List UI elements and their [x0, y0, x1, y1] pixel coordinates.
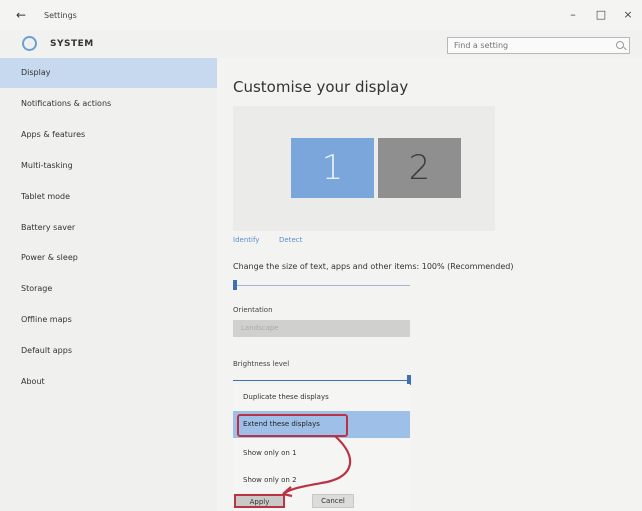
scale-label: Change the size of text, apps and other …	[233, 262, 514, 271]
sidebar-item-offline-maps[interactable]: Offline maps	[0, 305, 217, 335]
minimize-button[interactable]: –	[566, 8, 580, 22]
search-input[interactable]	[448, 38, 608, 53]
sidebar-item-apps-features[interactable]: Apps & features	[0, 120, 217, 150]
window-title: Settings	[44, 11, 77, 20]
monitor-1-tile[interactable]: 1	[291, 138, 374, 198]
orientation-value: Landscape	[241, 324, 279, 332]
sidebar-item-display[interactable]: Display	[0, 58, 217, 88]
brightness-label: Brightness level	[233, 360, 290, 368]
option-duplicate-displays[interactable]: Duplicate these displays	[233, 384, 410, 411]
identify-link[interactable]: Identify	[233, 236, 259, 244]
close-button[interactable]: ×	[621, 8, 635, 22]
annotation-highlight-box	[237, 414, 348, 437]
sidebar-item-about[interactable]: About	[0, 367, 217, 397]
brightness-slider-track[interactable]	[233, 380, 410, 381]
display-arrangement: 1 2	[233, 106, 495, 231]
orientation-label: Orientation	[233, 306, 273, 314]
sidebar-item-tablet-mode[interactable]: Tablet mode	[0, 182, 217, 212]
option-show-only-on-1[interactable]: Show only on 1	[233, 440, 410, 467]
search-icon[interactable]	[616, 41, 624, 49]
sidebar-item-notifications[interactable]: Notifications & actions	[0, 89, 217, 119]
section-title: SYSTEM	[50, 39, 94, 49]
sidebar-item-storage[interactable]: Storage	[0, 274, 217, 304]
monitor-2-tile[interactable]: 2	[378, 138, 461, 198]
sidebar-item-power-sleep[interactable]: Power & sleep	[0, 243, 217, 273]
scale-slider-track[interactable]	[233, 285, 410, 286]
orientation-select[interactable]: Landscape	[233, 320, 410, 337]
sidebar: Display Notifications & actions Apps & f…	[0, 58, 217, 511]
detect-link[interactable]: Detect	[279, 236, 302, 244]
multiple-displays-dropdown[interactable]: Duplicate these displays Extend these di…	[233, 384, 410, 511]
display-settings-pane: Customise your display 1 2 Identify Dete…	[217, 58, 642, 511]
search-box[interactable]	[447, 37, 630, 54]
back-arrow-icon[interactable]: ←	[16, 9, 30, 21]
sidebar-item-default-apps[interactable]: Default apps	[0, 336, 217, 366]
apply-button[interactable]: Apply	[234, 494, 285, 508]
settings-header: SYSTEM	[0, 30, 642, 58]
sidebar-item-multitasking[interactable]: Multi-tasking	[0, 151, 217, 181]
gear-icon	[22, 36, 37, 51]
title-bar: ← Settings – □ ×	[0, 0, 642, 30]
scale-slider-thumb[interactable]	[233, 280, 237, 290]
sidebar-item-battery-saver[interactable]: Battery saver	[0, 213, 217, 243]
maximize-button[interactable]: □	[594, 8, 608, 22]
page-title: Customise your display	[233, 78, 409, 96]
cancel-button[interactable]: Cancel	[312, 494, 354, 508]
option-show-only-on-2[interactable]: Show only on 2	[233, 467, 410, 494]
